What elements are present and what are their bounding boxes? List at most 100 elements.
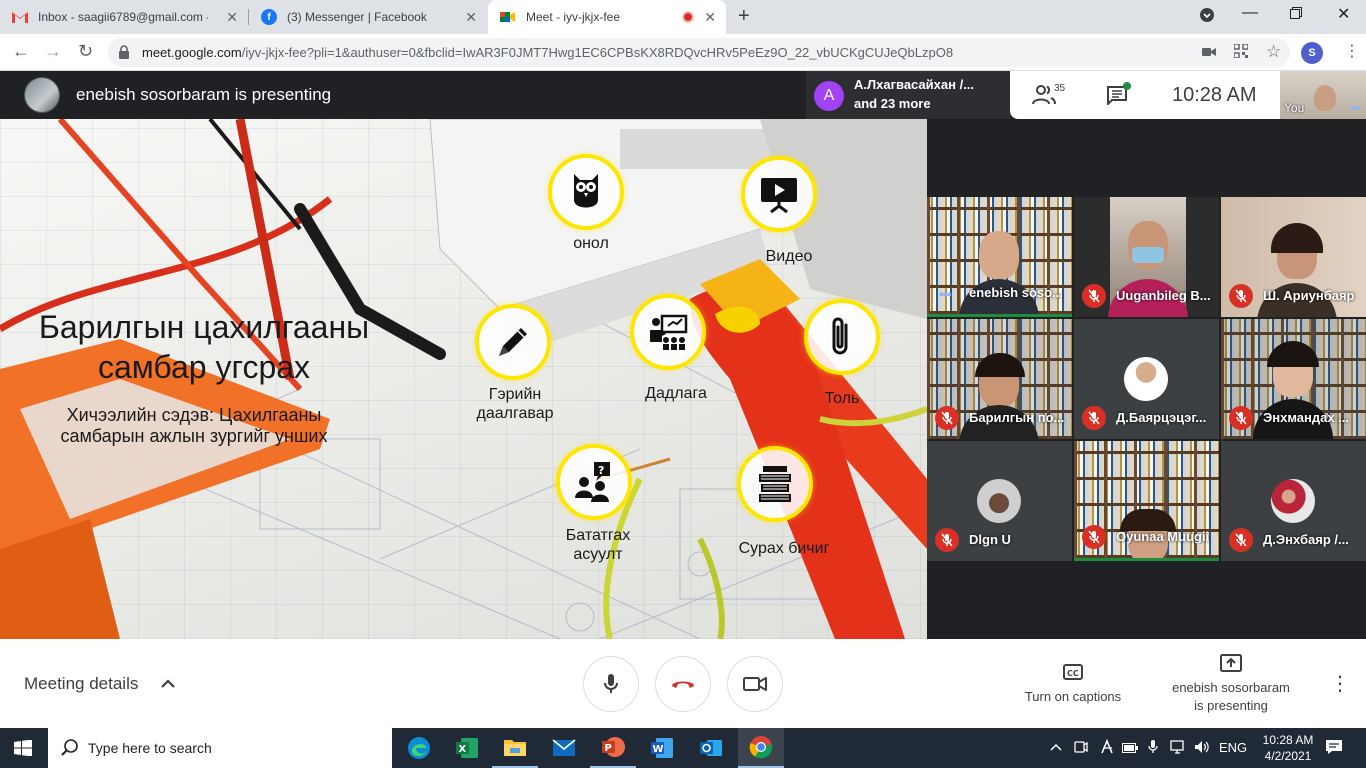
taskbar-excel[interactable]: X: [444, 728, 490, 768]
new-tab-button[interactable]: +: [738, 5, 750, 28]
windows-taskbar: Type here to search X P W ENG 10:28 AM 4…: [0, 728, 1366, 768]
presentation-status-line1: enebish sosorbaram: [1172, 680, 1290, 695]
face-mask: [1132, 247, 1164, 263]
node-label-homework: Гэрийн даалгавар: [460, 385, 570, 423]
participant-tile[interactable]: Dlgn U: [927, 441, 1072, 561]
more-options-icon[interactable]: ⋮: [1330, 674, 1350, 694]
taskbar-search[interactable]: Type here to search: [48, 728, 392, 768]
volume-icon[interactable]: [1194, 739, 1210, 758]
leave-call-button[interactable]: [655, 656, 711, 712]
taskbar-file-explorer[interactable]: [492, 728, 538, 768]
taskbar-edge[interactable]: [396, 728, 442, 768]
self-view-tile[interactable]: You •••: [1280, 71, 1366, 119]
node-label-video: Видео: [765, 248, 813, 265]
node-practice[interactable]: [630, 294, 706, 370]
participant-name: Д.Баярцэцэг...: [1116, 410, 1207, 425]
participant-tile[interactable]: Энхмандах ...: [1221, 319, 1366, 439]
address-bar[interactable]: meet.google.com/iyv-jkjx-fee?pli=1&authu…: [108, 38, 1290, 67]
language-indicator[interactable]: ENG: [1219, 740, 1247, 755]
tab-meet[interactable]: Meet - iyv-jkjx-fee ✕: [488, 0, 726, 34]
camera-button[interactable]: [727, 656, 783, 712]
back-arrow-icon[interactable]: ←: [12, 41, 30, 61]
chat-notification-dot: [1123, 82, 1131, 90]
presentation-slide[interactable]: Барилгын цахилгааны самбар угсрах Хичээл…: [0, 119, 927, 639]
maximize-icon[interactable]: [1290, 6, 1302, 24]
training-icon: [650, 314, 688, 350]
participant-grid: ••• enebish soso... Uuganbileg B... Ш. А…: [927, 119, 1366, 639]
participant-tile[interactable]: Д.Баярцэцэг...: [1074, 319, 1219, 439]
self-label: You: [1284, 101, 1305, 115]
participant-tile[interactable]: Барилгын по...: [927, 319, 1072, 439]
close-tab-icon[interactable]: ✕: [465, 9, 477, 25]
bookmark-star-icon[interactable]: ☆: [1266, 42, 1281, 62]
speaker-name: А.Лхагвасайхан /...: [854, 77, 975, 92]
chevron-up-icon[interactable]: [160, 677, 176, 689]
minimize-icon[interactable]: —: [1242, 4, 1258, 22]
captions-button-label[interactable]: Turn on captions: [1010, 688, 1136, 706]
presentation-status[interactable]: enebish sosorbaram is presenting: [1160, 679, 1302, 715]
tab-search-icon[interactable]: [1200, 8, 1214, 27]
battery-icon[interactable]: [1122, 741, 1138, 756]
node-label-textbook: Сурах бичиг: [738, 540, 830, 557]
meeting-control-bar: Meeting details CC Turn on captions eneb…: [0, 639, 1366, 728]
closed-captions-icon[interactable]: CC: [1063, 664, 1083, 680]
review-questions-label-text: Бататгах асуулт: [565, 527, 631, 563]
windows-start-icon[interactable]: [14, 740, 32, 756]
node-label-practice: Дадлага: [645, 385, 707, 402]
taskbar-time: 10:28 AM: [1262, 733, 1314, 747]
taskbar-chrome[interactable]: [738, 728, 784, 768]
taskbar-word[interactable]: W: [639, 728, 685, 768]
browser-menu-icon[interactable]: ⋮: [1344, 41, 1360, 61]
node-theory[interactable]: [548, 154, 624, 230]
qr-code-icon[interactable]: [1233, 43, 1249, 61]
microphone-button[interactable]: [583, 656, 639, 712]
participant-tile[interactable]: Ш. Ариунбаяр: [1221, 197, 1366, 317]
meeting-details-button[interactable]: Meeting details: [24, 674, 138, 694]
notifications-icon[interactable]: [1325, 739, 1343, 755]
node-glossary[interactable]: [804, 299, 880, 375]
network-icon[interactable]: [1170, 739, 1186, 758]
taskbar-mail[interactable]: [541, 728, 587, 768]
lock-icon[interactable]: [118, 45, 130, 59]
close-window-icon[interactable]: ✕: [1337, 4, 1350, 24]
node-review-questions[interactable]: ?: [556, 444, 632, 520]
audio-indicator-icon: •••: [939, 286, 952, 302]
forward-arrow-icon[interactable]: →: [44, 41, 62, 61]
taskbar-outlook[interactable]: [688, 728, 734, 768]
node-video[interactable]: [741, 156, 817, 232]
url-host: meet.google.com: [142, 45, 242, 60]
microphone-tray-icon[interactable]: [1148, 739, 1158, 758]
profile-avatar[interactable]: S: [1301, 42, 1323, 64]
present-screen-icon[interactable]: [1220, 654, 1242, 672]
word-icon: W: [651, 738, 673, 758]
taskbar-powerpoint[interactable]: P: [590, 728, 636, 768]
participant-name: Ш. Ариунбаяр: [1263, 288, 1355, 303]
url-text[interactable]: meet.google.com/iyv-jkjx-fee?pli=1&authu…: [142, 45, 953, 60]
participant-tile[interactable]: ••• enebish soso...: [927, 197, 1072, 317]
tab-messenger[interactable]: f (3) Messenger | Facebook ✕: [249, 0, 487, 34]
active-speaker-box[interactable]: A А.Лхагвасайхан /... and 23 more: [806, 71, 1010, 119]
tray-overflow-chevron-icon[interactable]: [1050, 740, 1062, 755]
taskbar-clock[interactable]: 10:28 AM 4/2/2021: [1258, 732, 1318, 764]
camera-icon: [743, 677, 767, 691]
reload-icon[interactable]: ↻: [78, 41, 93, 61]
node-textbook[interactable]: [737, 446, 813, 522]
meet-now-icon[interactable]: [1074, 739, 1088, 758]
speaker-more-count: and 23 more: [854, 96, 931, 111]
node-label-glossary: Толь: [824, 390, 860, 407]
tab-gmail[interactable]: Inbox - saagii6789@gmail.com - ✕: [0, 0, 248, 34]
muted-mic-icon: [1082, 406, 1106, 430]
close-tab-icon[interactable]: ✕: [226, 9, 238, 25]
muted-mic-icon: [1229, 406, 1253, 430]
participant-name: Oyunaa Muugii: [1116, 529, 1210, 544]
hang-up-icon: [672, 681, 694, 688]
books-icon: [759, 466, 791, 502]
camera-permission-icon[interactable]: [1202, 44, 1216, 60]
autodesk-tray-icon[interactable]: [1100, 738, 1114, 758]
close-tab-icon[interactable]: ✕: [704, 9, 716, 25]
participant-name: Д.Энхбаяр /...: [1263, 532, 1349, 547]
participant-tile[interactable]: Uuganbileg B...: [1074, 197, 1219, 317]
participant-tile[interactable]: Д.Энхбаяр /...: [1221, 441, 1366, 561]
participant-tile[interactable]: Oyunaa Muugii: [1074, 441, 1219, 561]
node-homework[interactable]: [475, 304, 551, 380]
